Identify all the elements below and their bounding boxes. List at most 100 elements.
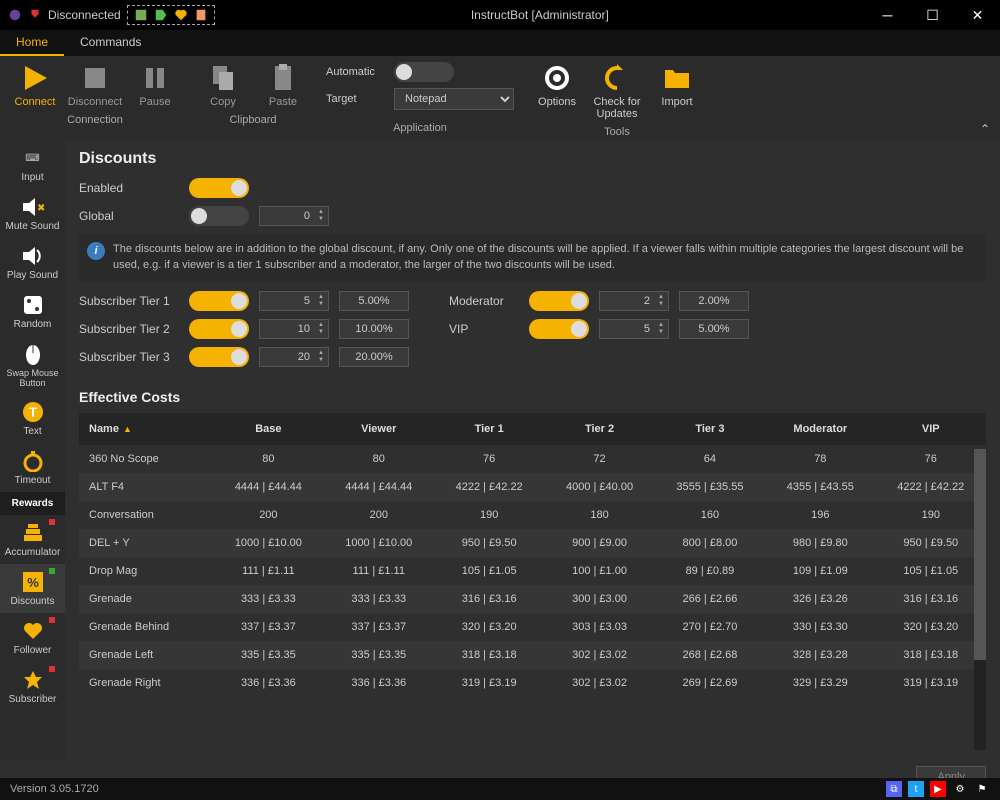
vip-input[interactable]: ▲▼ [599, 319, 669, 339]
settings-icon[interactable]: ⚑ [974, 781, 990, 797]
mute-icon: ✖ [19, 195, 47, 219]
titlebar: Disconnected InstructBot [Administrator]… [0, 0, 1000, 30]
page-title: Discounts [79, 150, 986, 168]
table-row[interactable]: DEL + Y1000 | £10.001000 | £10.00950 | £… [79, 529, 986, 557]
plug-disconnected-icon [28, 8, 42, 22]
col-tier3[interactable]: Tier 3 [655, 413, 765, 445]
costs-table: Name▲ Base Viewer Tier 1 Tier 2 Tier 3 M… [79, 413, 986, 697]
note-icon[interactable] [194, 8, 208, 22]
col-vip[interactable]: VIP [876, 413, 986, 445]
cell: 950 | £9.50 [434, 529, 544, 557]
discord-icon[interactable]: ⧉ [886, 781, 902, 797]
automatic-toggle[interactable] [394, 62, 454, 82]
cell: 950 | £9.50 [876, 529, 986, 557]
twitter-icon[interactable]: t [908, 781, 924, 797]
cell: 326 | £3.26 [765, 585, 875, 613]
cell: 180 [544, 501, 654, 529]
check-updates-button[interactable]: Check for Updates [592, 62, 642, 120]
vip-toggle[interactable] [529, 319, 589, 339]
sidebar-item-text[interactable]: TText [0, 394, 65, 443]
vip-pct: 5.00% [679, 319, 749, 339]
target-label: Target [326, 93, 386, 105]
group-connection: Connection [67, 114, 123, 126]
close-button[interactable]: ✕ [955, 0, 1000, 30]
target-select[interactable]: Notepad [394, 88, 514, 110]
cell: 335 | £3.35 [324, 641, 434, 669]
col-base[interactable]: Base [213, 413, 323, 445]
sidebar-item-rewards[interactable]: Rewards [0, 492, 65, 515]
table-row[interactable]: 360 No Scope80807672647876 [79, 445, 986, 473]
minimize-button[interactable]: ─ [865, 0, 910, 30]
cell: 302 | £3.02 [544, 641, 654, 669]
sidebar-item-mute-sound[interactable]: ✖Mute Sound [0, 189, 65, 238]
cell: 328 | £3.28 [765, 641, 875, 669]
table-row[interactable]: Grenade333 | £3.33333 | £3.33316 | £3.16… [79, 585, 986, 613]
puzzle-icon[interactable] [134, 8, 148, 22]
cell: 4444 | £44.44 [324, 473, 434, 501]
enabled-toggle[interactable] [189, 178, 249, 198]
options-button[interactable]: Options [532, 62, 582, 108]
table-row[interactable]: Conversation200200190180160196190 [79, 501, 986, 529]
table-row[interactable]: Grenade Behind337 | £3.37337 | £3.37320 … [79, 613, 986, 641]
youtube-icon[interactable]: ▶ [930, 781, 946, 797]
tab-home[interactable]: Home [0, 30, 64, 56]
tier3-input[interactable]: ▲▼ [259, 347, 329, 367]
automatic-label: Automatic [326, 66, 386, 78]
tier3-label: Subscriber Tier 3 [79, 350, 179, 364]
cell: Conversation [79, 501, 213, 529]
import-button[interactable]: Import [652, 62, 702, 108]
copy-button: Copy [198, 62, 248, 108]
collapse-ribbon-icon[interactable]: ⌃ [980, 122, 990, 136]
sidebar-item-follower[interactable]: Follower [0, 613, 65, 662]
sidebar-item-play-sound[interactable]: Play Sound [0, 238, 65, 287]
cell: 360 No Scope [79, 445, 213, 473]
global-toggle[interactable] [189, 206, 249, 226]
heart-icon[interactable] [174, 8, 188, 22]
table-row[interactable]: Grenade Left335 | £3.35335 | £3.35318 | … [79, 641, 986, 669]
col-tier1[interactable]: Tier 1 [434, 413, 544, 445]
col-viewer[interactable]: Viewer [324, 413, 434, 445]
table-row[interactable]: Grenade Right336 | £3.36336 | £3.36319 |… [79, 669, 986, 697]
costs-table-wrap: Name▲ Base Viewer Tier 1 Tier 2 Tier 3 M… [79, 413, 986, 750]
global-value-input[interactable]: ▲▼ [259, 206, 329, 226]
connect-button[interactable]: Connect [10, 62, 60, 108]
maximize-button[interactable]: ☐ [910, 0, 955, 30]
sidebar-item-input[interactable]: ⌨Input [0, 140, 65, 189]
tier3-toggle[interactable] [189, 347, 249, 367]
dice-icon [19, 293, 47, 317]
bot-icon[interactable]: ⚙ [952, 781, 968, 797]
cell: 76 [434, 445, 544, 473]
tier1-toggle[interactable] [189, 291, 249, 311]
effective-costs-title: Effective Costs [79, 389, 986, 405]
cell: 320 | £3.20 [876, 613, 986, 641]
tier2-toggle[interactable] [189, 319, 249, 339]
tier1-input[interactable]: ▲▼ [259, 291, 329, 311]
sidebar-item-random[interactable]: Random [0, 287, 65, 336]
sidebar-item-accumulator[interactable]: Accumulator [0, 515, 65, 564]
col-moderator[interactable]: Moderator [765, 413, 875, 445]
group-application: Application [393, 122, 447, 134]
global-label: Global [79, 209, 179, 223]
table-row[interactable]: ALT F44444 | £44.444444 | £44.444222 | £… [79, 473, 986, 501]
sidebar-item-discounts[interactable]: %Discounts [0, 564, 65, 613]
tier2-input[interactable]: ▲▼ [259, 319, 329, 339]
col-tier2[interactable]: Tier 2 [544, 413, 654, 445]
info-icon: i [87, 242, 105, 260]
cell: 80 [213, 445, 323, 473]
cell: 302 | £3.02 [544, 669, 654, 697]
mod-toggle[interactable] [529, 291, 589, 311]
cell: 190 [876, 501, 986, 529]
vertical-scrollbar[interactable] [974, 449, 986, 750]
mod-input[interactable]: ▲▼ [599, 291, 669, 311]
sidebar-item-swap-mouse[interactable]: Swap Mouse Button [0, 336, 65, 394]
sidebar-item-timeout[interactable]: Timeout [0, 443, 65, 492]
tag-icon[interactable] [154, 8, 168, 22]
content-panel: Discounts Enabled Global ▲▼ i The discou… [65, 140, 1000, 760]
table-row[interactable]: Drop Mag111 | £1.11111 | £1.11105 | £1.0… [79, 557, 986, 585]
col-name[interactable]: Name▲ [79, 413, 213, 445]
tab-commands[interactable]: Commands [64, 30, 157, 56]
svg-text:T: T [28, 404, 37, 420]
cell: 4355 | £43.55 [765, 473, 875, 501]
sidebar-item-subscriber[interactable]: Subscriber [0, 662, 65, 711]
vip-label: VIP [449, 322, 519, 336]
